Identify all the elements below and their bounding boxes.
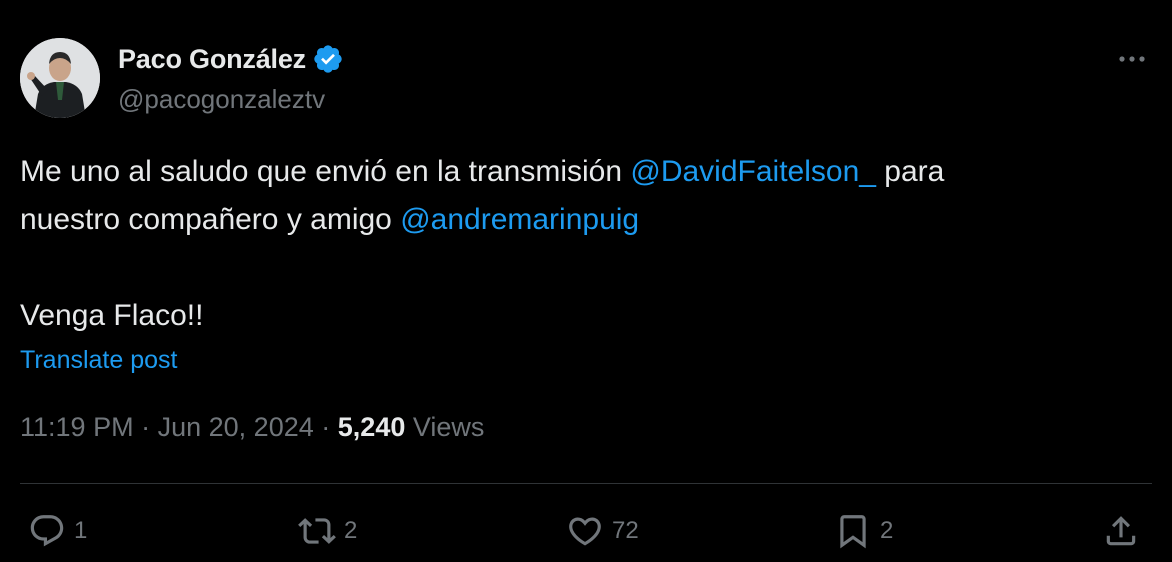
- meta-separator: ·: [321, 412, 331, 442]
- heart-icon: [566, 512, 604, 550]
- translate-post-link[interactable]: Translate post: [20, 346, 177, 375]
- post-text: Me uno al saludo que envió en la transmi…: [20, 148, 1150, 340]
- like-count: 72: [612, 517, 639, 544]
- post-text-segment: para: [875, 155, 945, 188]
- views-count: 5,240: [337, 412, 406, 442]
- avatar[interactable]: [20, 38, 100, 118]
- tweet-card: Paco González @pacogonzaleztv Me uno al …: [0, 0, 1172, 562]
- mention-link-andremarinpuig[interactable]: @andremarinpuig: [400, 203, 639, 236]
- post-time[interactable]: 11:19 PM: [20, 412, 134, 442]
- post-text-segment: Me uno al saludo que envió en la transmi…: [20, 155, 631, 188]
- post-line-3: Venga Flaco!!: [20, 299, 204, 332]
- author-name-row: Paco González: [118, 42, 344, 76]
- reply-count: 1: [74, 517, 88, 544]
- author-display-name[interactable]: Paco González: [118, 44, 306, 75]
- bookmark-count: 2: [880, 517, 894, 544]
- share-button[interactable]: [1102, 510, 1140, 552]
- author-handle[interactable]: @pacogonzaleztv: [118, 84, 325, 115]
- divider: [20, 483, 1152, 484]
- bookmark-icon: [834, 512, 872, 550]
- post-text-segment: nuestro compañero y amigo: [20, 203, 401, 236]
- bookmark-button[interactable]: 2: [834, 510, 893, 552]
- share-icon: [1102, 512, 1140, 550]
- reply-button[interactable]: 1: [28, 510, 87, 552]
- post-line-2: nuestro compañero y amigo @andremarinpui…: [20, 196, 1150, 244]
- mention-link-davidfaitelson[interactable]: @DavidFaitelson_: [630, 155, 876, 188]
- repost-button[interactable]: 2: [298, 510, 357, 552]
- repost-count: 2: [344, 517, 358, 544]
- post-line-1: Me uno al saludo que envió en la transmi…: [20, 148, 1150, 196]
- profile-photo-icon: [20, 38, 100, 118]
- verified-badge-icon[interactable]: [312, 43, 344, 75]
- more-options-icon[interactable]: [1112, 44, 1152, 74]
- post-metadata: 11:19 PM · Jun 20, 2024 · 5,240 Views: [20, 412, 484, 443]
- views-label: Views: [412, 412, 485, 442]
- repost-icon: [298, 512, 336, 550]
- meta-separator: ·: [141, 412, 151, 442]
- reply-icon: [28, 512, 66, 550]
- like-button[interactable]: 72: [566, 510, 639, 552]
- post-date[interactable]: Jun 20, 2024: [158, 412, 314, 442]
